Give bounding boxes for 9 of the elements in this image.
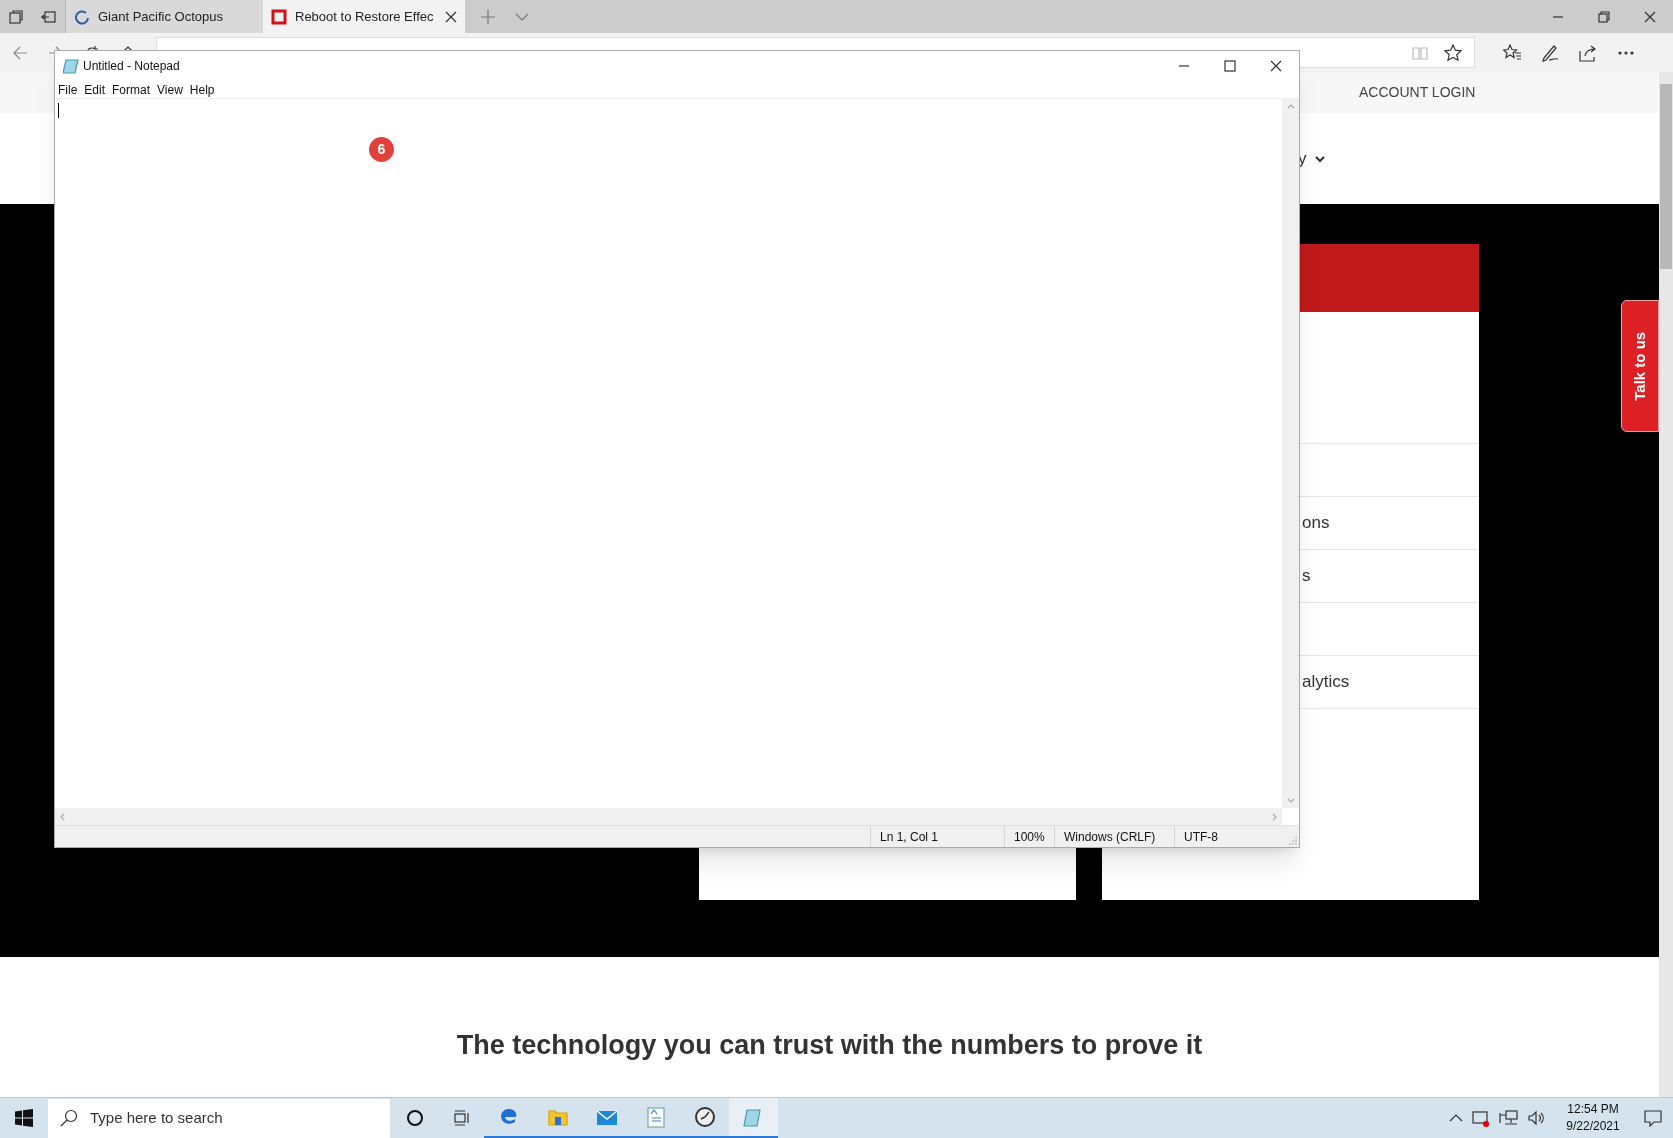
status-text: Windows (CRLF) [1064,828,1156,846]
tab-title: Giant Pacific Octopus [98,7,223,26]
count-badge: 6 [369,137,394,162]
status-text: 100% [1014,828,1045,846]
window-title: Untitled - Notepad [83,58,180,75]
headline: The technology you can trust with the numbers to prove it [456,1029,1203,1062]
tab-title: Reboot to Restore Effec [295,7,434,26]
status-text: UTF-8 [1184,828,1218,846]
status-text: Ln 1, Col 1 [880,828,939,846]
